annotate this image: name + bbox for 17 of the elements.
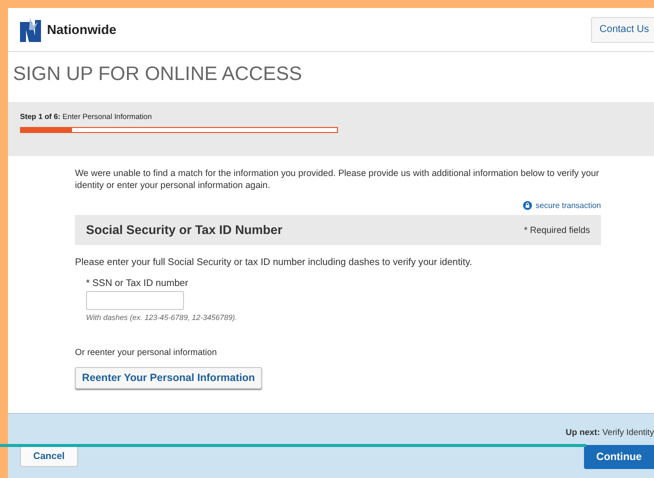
- ssn-input-field[interactable]: [86, 291, 184, 310]
- reenter-prompt: Or reenter your personal information: [75, 347, 218, 357]
- up-next-text: Up next: Verify Identity: [566, 427, 654, 437]
- page-title: SIGN UP FOR ONLINE ACCESS: [13, 62, 303, 87]
- info-message: We were unable to find a match for the information you provided. Please provide us with additional information below to verify your identity or enter your personal information again.: [75, 167, 600, 191]
- reenter-button[interactable]: Reenter Your Personal Information: [75, 367, 262, 389]
- section-title: Social Security or Tax ID Number: [86, 223, 282, 237]
- logo-icon: [20, 16, 42, 44]
- instruction-text: Please enter your full Social Security or tax ID number including dashes to verify your identity.: [75, 257, 474, 268]
- required-note: * Required fields: [524, 225, 590, 235]
- brand-name: Nationwide: [47, 22, 116, 37]
- secure-transaction-link[interactable]: secure transaction: [536, 201, 601, 210]
- contact-us-button[interactable]: Contact Us: [590, 16, 654, 42]
- continue-button[interactable]: Continue: [584, 445, 654, 469]
- lock-icon: [522, 201, 532, 210]
- cancel-button[interactable]: Cancel: [20, 445, 78, 467]
- field-label: * SSN or Tax ID number: [86, 278, 188, 289]
